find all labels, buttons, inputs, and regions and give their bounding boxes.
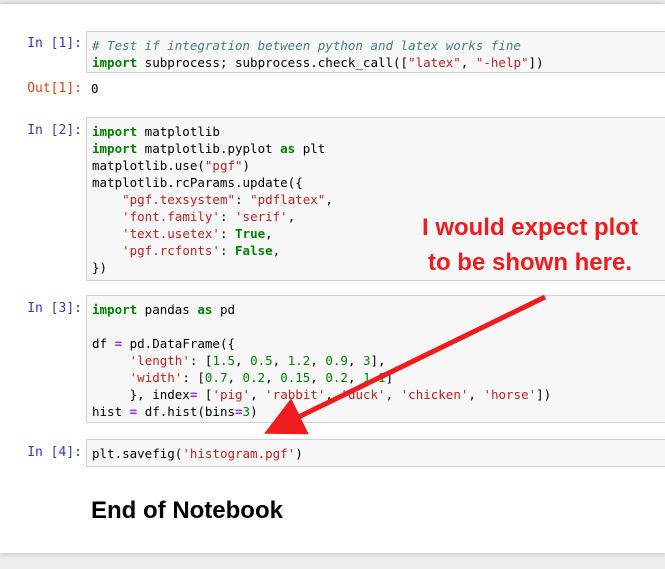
red-arrow-icon [264,294,547,435]
